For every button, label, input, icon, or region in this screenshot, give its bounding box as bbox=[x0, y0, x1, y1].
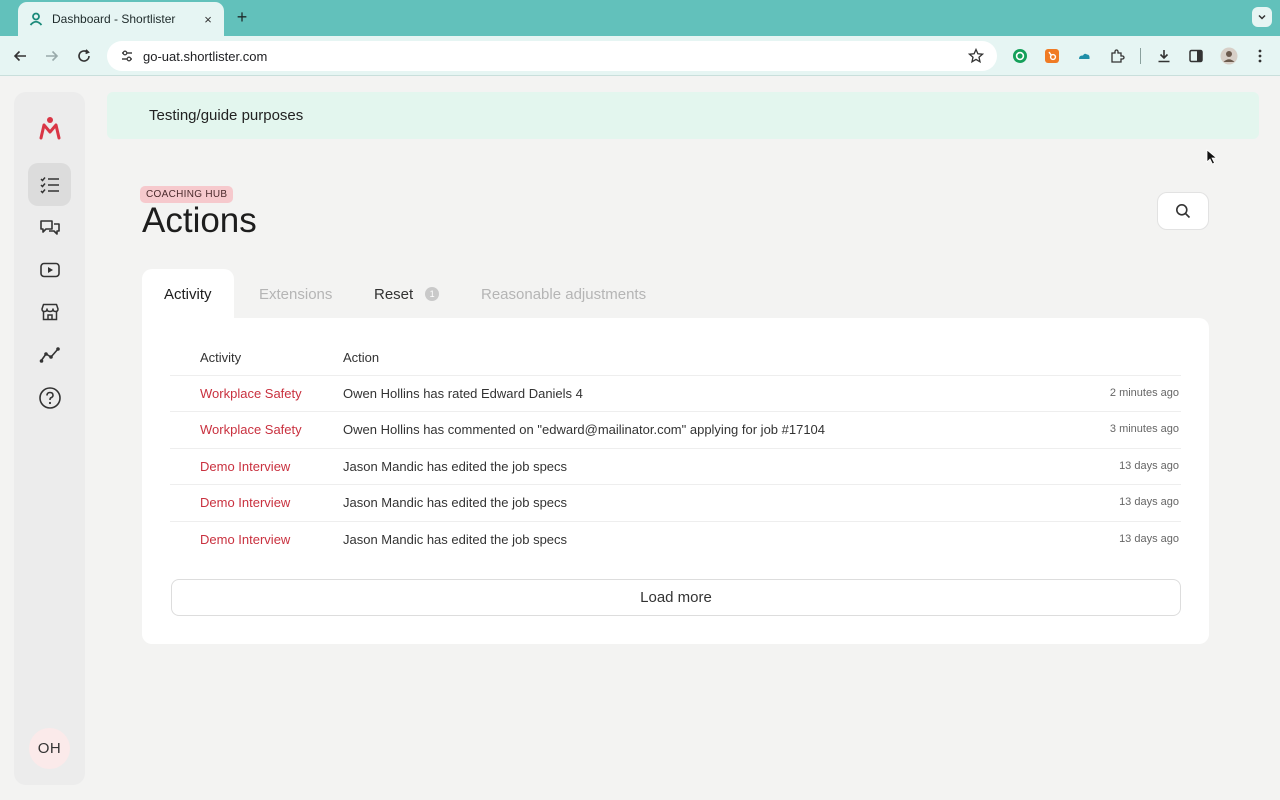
action-text: Jason Mandic has edited the job specs bbox=[343, 495, 568, 510]
action-text: Jason Mandic has edited the job specs bbox=[343, 532, 568, 547]
table-row: Workplace Safety Owen Hollins has rated … bbox=[170, 375, 1181, 411]
trend-line-icon bbox=[39, 346, 60, 363]
reload-icon[interactable] bbox=[74, 46, 94, 66]
table-row: Workplace Safety Owen Hollins has commen… bbox=[170, 411, 1181, 447]
search-button[interactable] bbox=[1157, 192, 1209, 230]
back-arrow-icon[interactable] bbox=[10, 46, 30, 66]
browser-menu-icon[interactable] bbox=[1250, 46, 1270, 66]
side-panel-icon[interactable] bbox=[1186, 46, 1206, 66]
help-circle-icon bbox=[38, 386, 61, 409]
column-header-action: Action bbox=[343, 350, 380, 365]
close-tab-icon[interactable]: × bbox=[200, 11, 216, 27]
environment-banner: Testing/guide purposes bbox=[107, 92, 1259, 139]
site-info-icon[interactable] bbox=[119, 48, 135, 64]
tab-reset[interactable]: Reset 1 bbox=[374, 269, 440, 319]
browser-tab-title: Dashboard - Shortlister bbox=[52, 12, 176, 26]
forward-arrow-icon[interactable] bbox=[42, 46, 62, 66]
bookmark-star-icon[interactable] bbox=[967, 47, 985, 65]
user-avatar[interactable]: OH bbox=[29, 728, 70, 769]
search-icon bbox=[1176, 204, 1191, 219]
count-badge: 1 bbox=[425, 287, 440, 301]
toolbar-divider bbox=[1140, 48, 1141, 64]
sidebar-item-actions[interactable] bbox=[28, 163, 71, 206]
tab-extensions[interactable]: Extensions bbox=[259, 269, 332, 319]
timestamp: 13 days ago bbox=[1119, 460, 1179, 472]
table-row: Demo Interview Jason Mandic has edited t… bbox=[170, 448, 1181, 484]
tab-label: Activity bbox=[164, 285, 212, 303]
cloud-extension-icon[interactable] bbox=[1074, 46, 1094, 66]
load-more-button[interactable]: Load more bbox=[171, 579, 1181, 616]
sidebar-item-messages[interactable] bbox=[28, 205, 71, 248]
browser-tabstrip: Dashboard - Shortlister × + bbox=[0, 0, 1280, 36]
video-play-icon bbox=[39, 262, 60, 277]
activity-panel: Activity Action Workplace Safety Owen Ho… bbox=[142, 318, 1209, 644]
shortlister-favicon-icon bbox=[28, 11, 44, 27]
new-tab-button[interactable]: + bbox=[233, 7, 251, 27]
tab-reasonable-adjustments[interactable]: Reasonable adjustments bbox=[481, 269, 646, 319]
download-icon[interactable] bbox=[1154, 46, 1174, 66]
address-bar[interactable]: go-uat.shortlister.com bbox=[107, 41, 997, 71]
app-sidebar: OH bbox=[14, 92, 85, 785]
url-text: go-uat.shortlister.com bbox=[143, 48, 268, 64]
timestamp: 3 minutes ago bbox=[1109, 423, 1179, 435]
mouse-cursor-icon bbox=[1206, 149, 1218, 165]
timestamp: 2 minutes ago bbox=[1109, 387, 1179, 399]
extensions-puzzle-icon[interactable] bbox=[1107, 46, 1127, 66]
column-header-activity: Activity bbox=[200, 350, 242, 365]
sidebar-item-videos[interactable] bbox=[28, 248, 71, 291]
table-row: Demo Interview Jason Mandic has edited t… bbox=[170, 484, 1181, 520]
grammarly-extension-icon[interactable] bbox=[1010, 46, 1030, 66]
page-title: Actions bbox=[142, 201, 257, 240]
activity-link[interactable]: Workplace Safety bbox=[200, 422, 302, 437]
chat-bubbles-icon bbox=[39, 219, 60, 235]
shortlister-logo-icon[interactable] bbox=[34, 112, 66, 144]
sidebar-item-help[interactable] bbox=[28, 376, 71, 419]
tab-activity[interactable]: Activity bbox=[142, 269, 234, 319]
profile-avatar-icon[interactable] bbox=[1219, 46, 1239, 66]
browser-tab-dashboard[interactable]: Dashboard - Shortlister × bbox=[18, 2, 224, 36]
timestamp: 13 days ago bbox=[1119, 496, 1179, 508]
hubspot-extension-icon[interactable] bbox=[1042, 46, 1062, 66]
tab-label: Reasonable adjustments bbox=[481, 285, 647, 303]
activity-link[interactable]: Demo Interview bbox=[200, 532, 290, 547]
activity-link[interactable]: Workplace Safety bbox=[200, 386, 302, 401]
action-text: Owen Hollins has commented on "edward@ma… bbox=[343, 422, 826, 437]
action-text: Jason Mandic has edited the job specs bbox=[343, 459, 568, 474]
sidebar-item-store[interactable] bbox=[28, 290, 71, 333]
table-row: Demo Interview Jason Mandic has edited t… bbox=[170, 521, 1181, 557]
timestamp: 13 days ago bbox=[1119, 533, 1179, 545]
activity-link[interactable]: Demo Interview bbox=[200, 459, 290, 474]
tab-label: Reset bbox=[374, 285, 414, 303]
browser-toolbar: go-uat.shortlister.com bbox=[0, 36, 1280, 76]
tab-search-chevron-icon[interactable] bbox=[1252, 7, 1272, 27]
checklist-icon bbox=[39, 176, 59, 194]
sidebar-item-analytics[interactable] bbox=[28, 333, 71, 376]
storefront-icon bbox=[40, 303, 59, 320]
action-text: Owen Hollins has rated Edward Daniels 4 bbox=[343, 386, 583, 401]
activity-link[interactable]: Demo Interview bbox=[200, 495, 290, 510]
tab-label: Extensions bbox=[259, 285, 333, 303]
